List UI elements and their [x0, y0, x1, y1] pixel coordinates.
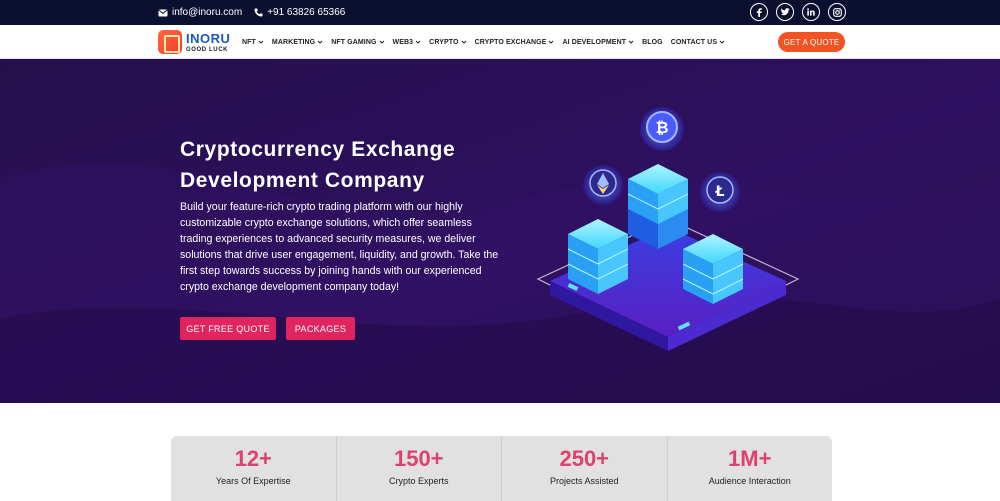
nav-item-nft[interactable]: NFT — [242, 39, 264, 46]
stat-card: 150+ Crypto Experts — [337, 436, 502, 501]
main-navbar: INORU GOOD LUCK NFT MARKETING NFT GAMING… — [0, 25, 1000, 59]
nav-item-crypto-exchange[interactable]: CRYPTO EXCHANGE — [475, 39, 555, 46]
get-free-quote-button[interactable]: GET FREE QUOTE — [180, 317, 276, 340]
stats-panel: 12+ Years Of Expertise 150+ Crypto Exper… — [171, 436, 832, 501]
stat-value: 150+ — [393, 446, 444, 471]
contact-info: info@inoru.com +91 63826 65366 — [158, 0, 345, 25]
hero-background — [0, 59, 1000, 403]
brand-tagline: GOOD LUCK — [186, 46, 229, 53]
linkedin-link[interactable] — [802, 3, 820, 21]
nav-item-label: NFT — [242, 38, 256, 46]
chevron-down-icon — [317, 40, 323, 44]
crypto-exchange-illustration: ₿ Ł — [536, 107, 800, 351]
brand-logo[interactable]: INORU GOOD LUCK — [158, 29, 230, 55]
hero-section: Cryptocurrency Exchange Development Comp… — [0, 59, 1000, 403]
stat-card: 250+ Projects Assisted — [502, 436, 668, 501]
phone-icon — [254, 8, 263, 17]
stat-label: Projects Assisted — [549, 476, 619, 486]
hero-description: Build your feature-rich crypto trading p… — [180, 201, 499, 293]
nav-item-ai-development[interactable]: AI DEVELOPMENT — [562, 39, 634, 46]
svg-text:₿: ₿ — [655, 118, 668, 137]
nav-item-label: MARKETING — [271, 38, 316, 46]
stat-card: 12+ Years Of Expertise — [171, 436, 337, 501]
hero-title-line-1: Cryptocurrency Exchange — [180, 138, 456, 161]
stat-value: 1M+ — [728, 446, 772, 471]
nav-item-contact-us[interactable]: CONTACT US — [671, 39, 725, 46]
nav-item-label: CRYPTO — [429, 38, 459, 46]
twitter-icon — [780, 8, 790, 16]
phone-link[interactable]: +91 63826 65366 — [254, 7, 345, 18]
chevron-down-icon — [549, 40, 554, 44]
server-stack-back — [627, 164, 689, 249]
server-stack-right — [682, 234, 744, 304]
bitcoin-icon: ₿ — [640, 107, 684, 151]
chevron-down-icon — [379, 40, 384, 44]
chevron-down-icon — [258, 40, 264, 44]
ethereum-icon — [583, 165, 623, 205]
stat-card: 1M+ Audience Interaction — [668, 436, 833, 501]
email-text: info@inoru.com — [172, 7, 243, 18]
chevron-down-icon — [461, 40, 466, 44]
chevron-down-icon — [415, 40, 421, 44]
nav-item-nft-gaming[interactable]: NFT GAMING — [331, 39, 384, 46]
instagram-icon — [832, 7, 842, 17]
logo-mark — [158, 30, 182, 54]
nav-item-label: WEB3 — [392, 38, 414, 46]
packages-button[interactable]: PACKAGES — [286, 317, 355, 340]
social-links — [750, 3, 846, 21]
brand-name: INORU — [186, 30, 231, 46]
top-contact-bar: info@inoru.com +91 63826 65366 — [0, 0, 1000, 25]
nav-item-blog[interactable]: BLOG — [642, 39, 663, 46]
linkedin-icon — [807, 8, 815, 16]
phone-text: +91 63826 65366 — [267, 7, 346, 18]
server-stack-left — [567, 219, 629, 294]
stat-label: Audience Interaction — [708, 476, 791, 486]
litecoin-icon: Ł — [700, 172, 740, 212]
logo-wordmark: INORU GOOD LUCK — [186, 32, 230, 53]
email-link[interactable]: info@inoru.com — [158, 7, 242, 18]
nav-item-label: BLOG — [642, 38, 663, 46]
get-a-quote-button[interactable]: GET A QUOTE — [778, 32, 845, 52]
svg-text:Ł: Ł — [715, 184, 725, 200]
nav-menu: NFT MARKETING NFT GAMING WEB3 CRYPTO CRY… — [242, 25, 725, 59]
nav-item-label: NFT GAMING — [331, 38, 377, 46]
nav-item-label: AI DEVELOPMENT — [562, 38, 627, 46]
stat-value: 250+ — [559, 446, 610, 471]
stat-label: Years Of Expertise — [215, 476, 291, 486]
nav-item-crypto[interactable]: CRYPTO — [429, 39, 466, 46]
stat-value: 12+ — [234, 446, 272, 471]
facebook-link[interactable] — [750, 3, 768, 21]
stat-label: Crypto Experts — [388, 476, 449, 486]
hero-title-line-2: Development Company — [180, 169, 425, 192]
nav-item-label: CRYPTO EXCHANGE — [474, 38, 547, 46]
nav-item-label: CONTACT US — [670, 38, 718, 46]
hero-title: Cryptocurrency Exchange Development Comp… — [180, 134, 500, 196]
facebook-icon — [756, 7, 762, 17]
chevron-down-icon — [719, 40, 725, 44]
chevron-down-icon — [628, 40, 634, 44]
instagram-link[interactable] — [828, 3, 846, 21]
twitter-link[interactable] — [776, 3, 794, 21]
nav-item-web3[interactable]: WEB3 — [393, 39, 422, 46]
nav-item-marketing[interactable]: MARKETING — [272, 39, 323, 46]
mail-icon — [158, 8, 168, 16]
